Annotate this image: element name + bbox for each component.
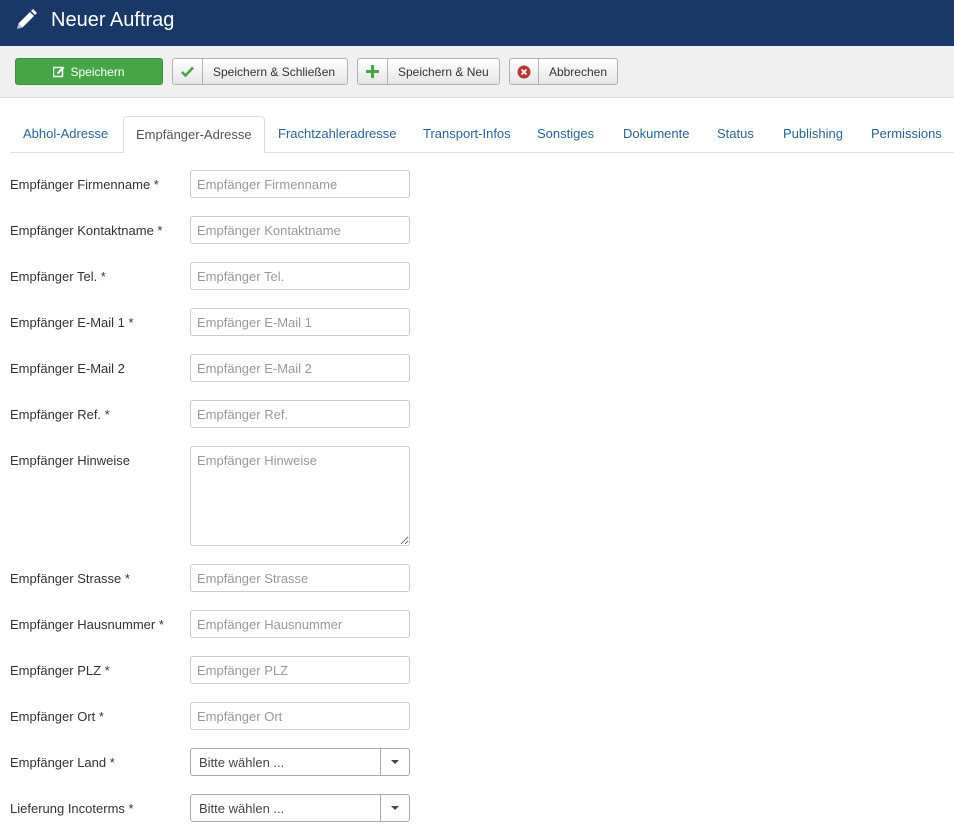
page-header: Neuer Auftrag bbox=[0, 0, 954, 46]
ort-input[interactable] bbox=[190, 702, 410, 730]
incoterms-select[interactable]: Bitte wählen ... bbox=[190, 794, 410, 822]
cancel-label: Abbrechen bbox=[548, 64, 607, 79]
save-and-new-label: Speichern & Neu bbox=[398, 64, 489, 79]
plus-icon bbox=[358, 59, 388, 84]
hausnummer-label: Empfänger Hausnummer * bbox=[10, 617, 164, 632]
tab-permissions[interactable]: Permissions bbox=[871, 116, 942, 152]
save-button-label: Speichern bbox=[70, 64, 125, 79]
email1-label: Empfänger E-Mail 1 * bbox=[10, 315, 134, 330]
tab-abhol-adresse[interactable]: Abhol-Adresse bbox=[23, 116, 108, 152]
ref-input[interactable] bbox=[190, 400, 410, 428]
tab-sonstiges[interactable]: Sonstiges bbox=[537, 116, 594, 152]
cancel-button[interactable]: Abbrechen bbox=[509, 58, 618, 85]
tel-label: Empfänger Tel. * bbox=[10, 269, 106, 284]
plz-input[interactable] bbox=[190, 656, 410, 684]
tab-dokumente[interactable]: Dokumente bbox=[623, 116, 689, 152]
tel-input[interactable] bbox=[190, 262, 410, 290]
save-and-new-button[interactable]: Speichern & Neu bbox=[357, 58, 500, 85]
toolbar: Speichern Speichern & Schließen Speicher… bbox=[0, 46, 954, 98]
hinweise-textarea[interactable] bbox=[190, 446, 410, 546]
firmenname-label: Empfänger Firmenname * bbox=[10, 177, 159, 192]
tab-bar: Abhol-Adresse Empfänger-Adresse Frachtza… bbox=[10, 116, 954, 153]
cancel-circle-icon bbox=[510, 59, 539, 84]
land-select[interactable]: Bitte wählen ... bbox=[190, 748, 410, 776]
strasse-input[interactable] bbox=[190, 564, 410, 592]
tab-publishing[interactable]: Publishing bbox=[783, 116, 843, 152]
save-and-close-label: Speichern & Schließen bbox=[213, 64, 336, 79]
kontaktname-input[interactable] bbox=[190, 216, 410, 244]
page-title: Neuer Auftrag bbox=[51, 9, 175, 31]
ref-label: Empfänger Ref. * bbox=[10, 407, 110, 422]
hinweise-label: Empfänger Hinweise bbox=[10, 453, 130, 468]
caret-down-icon[interactable] bbox=[380, 795, 409, 821]
tab-frachtzahleradresse[interactable]: Frachtzahleradresse bbox=[278, 116, 397, 152]
firmenname-input[interactable] bbox=[190, 170, 410, 198]
email2-input[interactable] bbox=[190, 354, 410, 382]
email1-input[interactable] bbox=[190, 308, 410, 336]
tab-transport-infos[interactable]: Transport-Infos bbox=[423, 116, 511, 152]
caret-down-icon[interactable] bbox=[380, 749, 409, 775]
tab-empfaenger-adresse[interactable]: Empfänger-Adresse bbox=[123, 116, 265, 153]
checkmark-icon bbox=[173, 59, 203, 84]
edit-icon bbox=[53, 66, 65, 77]
pencil-icon bbox=[17, 9, 37, 29]
save-and-close-button[interactable]: Speichern & Schließen bbox=[172, 58, 348, 85]
land-selected-value: Bitte wählen ... bbox=[199, 755, 285, 770]
strasse-label: Empfänger Strasse * bbox=[10, 571, 130, 586]
tab-status[interactable]: Status bbox=[717, 116, 754, 152]
plz-label: Empfänger PLZ * bbox=[10, 663, 110, 678]
hausnummer-input[interactable] bbox=[190, 610, 410, 638]
incoterms-selected-value: Bitte wählen ... bbox=[199, 801, 285, 816]
incoterms-label: Lieferung Incoterms * bbox=[10, 801, 134, 816]
land-label: Empfänger Land * bbox=[10, 755, 115, 770]
kontaktname-label: Empfänger Kontaktname * bbox=[10, 223, 163, 238]
email2-label: Empfänger E-Mail 2 bbox=[10, 361, 125, 376]
save-button[interactable]: Speichern bbox=[15, 58, 163, 85]
ort-label: Empfänger Ort * bbox=[10, 709, 104, 724]
